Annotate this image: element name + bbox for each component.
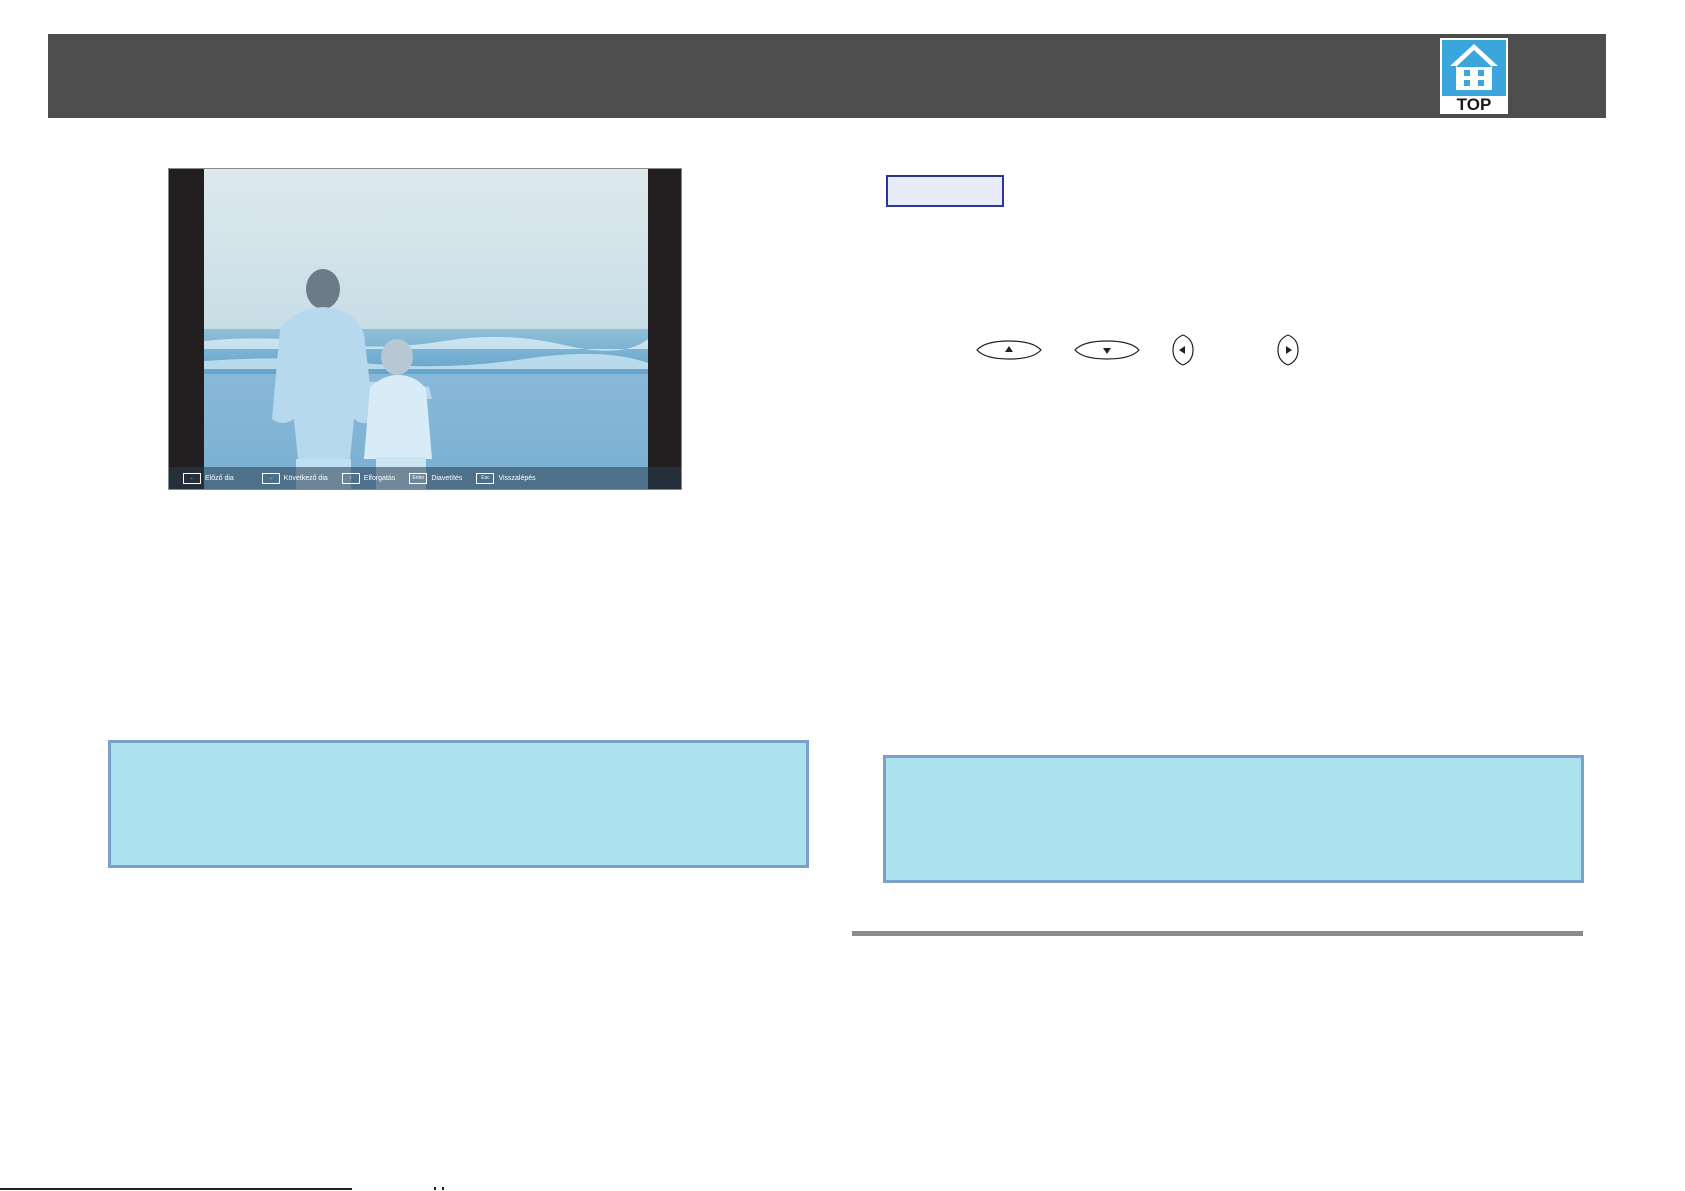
footer-rule (0, 1188, 352, 1190)
slideshow-hint-bar: ← Előző dia → Következő dia ↕ Elforgatás… (169, 467, 681, 489)
procedure-label-box (886, 175, 1004, 207)
hint-previous-slide: ← Előző dia (183, 472, 234, 484)
esc-key: Esc (476, 472, 495, 484)
house-icon (1440, 38, 1508, 96)
hint-label: Elforgatás (363, 474, 396, 482)
beach-photo (204, 169, 648, 489)
right-button-icon (1277, 334, 1299, 366)
hint-rotate: ↕ Elforgatás (341, 472, 396, 484)
hint-label: Diavetítés (431, 474, 463, 482)
header-bar (48, 34, 1606, 118)
hint-next-slide: → Következő dia (261, 472, 328, 484)
section-divider (852, 931, 1583, 936)
top-logo[interactable]: TOP (1440, 38, 1508, 114)
note-box-left (108, 740, 809, 868)
up-button-icon (976, 340, 1042, 360)
down-button-icon (1074, 340, 1140, 360)
note-box-right (883, 755, 1584, 883)
left-button-icon (1172, 334, 1194, 366)
hint-label: Előző dia (205, 474, 234, 482)
up-down-key: ↕ (341, 472, 360, 484)
right-arrow-key: → (261, 472, 280, 484)
enter-key: Enter (409, 472, 428, 484)
hint-back: Esc Visszalépés (476, 472, 536, 484)
hint-label: Következő dia (283, 474, 328, 482)
top-logo-label: TOP (1440, 96, 1508, 114)
left-arrow-key: ← (183, 472, 201, 484)
footer-mark (434, 1187, 444, 1190)
hint-label: Visszalépés (498, 474, 536, 482)
slideshow-screen: ← Előző dia → Következő dia ↕ Elforgatás… (168, 168, 682, 490)
hint-slideshow: Enter Diavetítés (409, 472, 463, 484)
